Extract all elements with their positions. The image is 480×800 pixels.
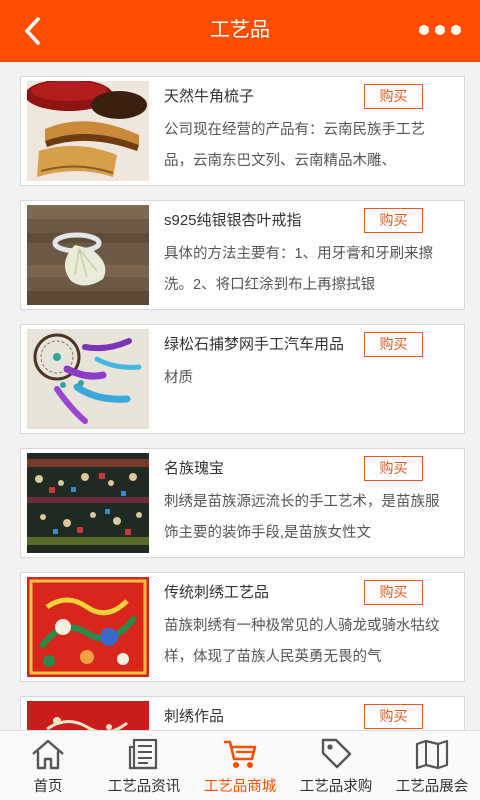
product-title[interactable]: 名族瑰宝 [164, 457, 224, 478]
product-description: 苗族刺绣有一种极常见的人骑龙或骑水牯纹样，体现了苗族人民英勇无畏的气 [164, 618, 440, 665]
tab-home[interactable]: 首页 [0, 731, 96, 800]
product-description: 材质 [164, 370, 193, 386]
product-card[interactable]: s925纯银银杏叶戒指 购买 具体的方法主要有：1、用牙膏和牙刷来擦洗。2、将口… [20, 200, 465, 310]
tab-label: 工艺品商城 [203, 779, 277, 795]
buy-button[interactable]: 购买 [364, 704, 423, 729]
embroidery-dark-photo[interactable] [27, 453, 149, 553]
tag-icon [321, 738, 352, 769]
product-card[interactable]: 绿松石捕梦网手工汽车用品 购买 材质 [20, 324, 465, 434]
buy-button[interactable]: 购买 [364, 332, 423, 357]
embroidery-red-photo[interactable] [27, 577, 149, 677]
tab-purchase[interactable]: 工艺品求购 [288, 731, 384, 800]
page-title: 工艺品 [210, 19, 270, 41]
news-icon [128, 738, 158, 770]
dreamcatcher-photo[interactable] [27, 329, 149, 429]
tab-news[interactable]: 工艺品资讯 [96, 731, 192, 800]
ginkgo-ring-photo[interactable] [27, 205, 149, 305]
product-card[interactable]: 传统刺绣工艺品 购买 苗族刺绣有一种极常见的人骑龙或骑水牯纹样，体现了苗族人民英… [20, 572, 465, 682]
buy-button[interactable]: 购买 [364, 84, 423, 109]
horn-comb-photo[interactable] [27, 81, 149, 181]
map-icon [415, 739, 449, 770]
home-icon [32, 739, 64, 770]
product-title[interactable]: 传统刺绣工艺品 [164, 581, 269, 602]
tab-label: 工艺品资讯 [107, 779, 181, 795]
buy-button[interactable]: 购买 [364, 208, 423, 233]
more-button[interactable] [418, 20, 462, 40]
tab-mall[interactable]: 工艺品商城 [192, 731, 288, 800]
product-card[interactable]: 天然牛角梳子 购买 公司现在经营的产品有：云南民族手工艺品，云南东巴文列、云南精… [20, 76, 465, 186]
tab-label: 工艺品求购 [299, 779, 373, 795]
product-description: 具体的方法主要有：1、用牙膏和牙刷来擦洗。2、将口红涂到布上再擦拭银 [164, 246, 434, 293]
product-card[interactable]: 刺绣作品 购买 [20, 696, 465, 730]
buy-button[interactable]: 购买 [364, 580, 423, 605]
product-description: 公司现在经营的产品有：云南民族手工艺品，云南东巴文列、云南精品木雕、 [164, 122, 425, 169]
tab-label: 首页 [33, 779, 63, 795]
product-card[interactable]: 名族瑰宝 购买 刺绣是苗族源远流长的手工艺术，是苗族服饰主要的装饰手段,是苗族女… [20, 448, 465, 558]
product-list[interactable]: 天然牛角梳子 购买 公司现在经营的产品有：云南民族手工艺品，云南东巴文列、云南精… [0, 62, 480, 730]
product-description: 刺绣是苗族源远流长的手工艺术，是苗族服饰主要的装饰手段,是苗族女性文 [164, 494, 440, 541]
product-title[interactable]: s925纯银银杏叶戒指 [164, 209, 302, 230]
embroidery-work-photo[interactable] [27, 701, 149, 730]
product-title[interactable]: 天然牛角梳子 [164, 85, 254, 106]
bottom-tab-bar: 首页 工艺品资讯 工艺品商城 工艺品求购 工艺品展会 [0, 730, 480, 800]
buy-button[interactable]: 购买 [364, 456, 423, 481]
more-dots-icon [419, 25, 461, 35]
tab-exhibition[interactable]: 工艺品展会 [384, 731, 480, 800]
tab-label: 工艺品展会 [395, 779, 469, 795]
product-title[interactable]: 刺绣作品 [164, 705, 224, 726]
product-title[interactable]: 绿松石捕梦网手工汽车用品 [164, 333, 344, 354]
top-bar: 工艺品 [0, 0, 480, 62]
cart-icon [224, 740, 257, 768]
